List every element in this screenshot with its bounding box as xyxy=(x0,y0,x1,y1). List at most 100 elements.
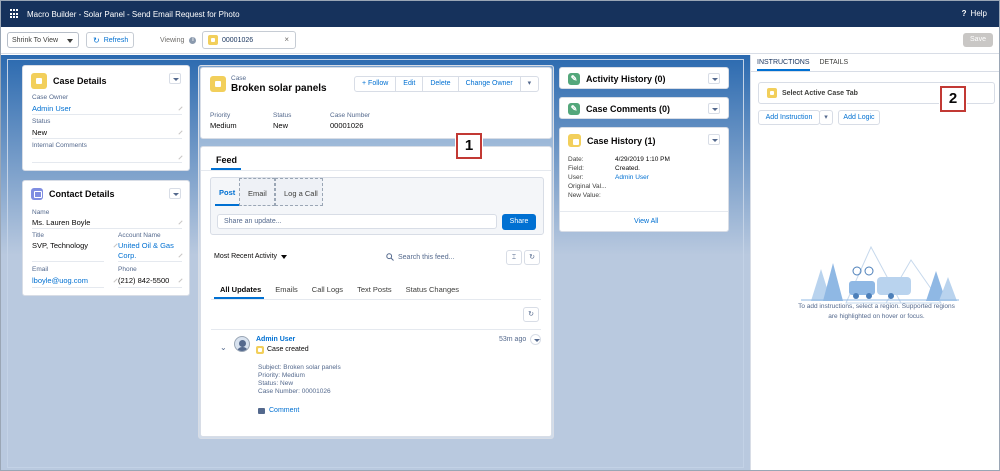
avatar[interactable] xyxy=(234,336,250,352)
activity-history-card: ✎ Activity History (0) xyxy=(559,67,729,89)
tab-instructions[interactable]: INSTRUCTIONS xyxy=(757,59,810,71)
view-all-link[interactable]: View All xyxy=(634,218,658,225)
pencil-icon[interactable] xyxy=(178,220,183,225)
case-title: Broken solar panels xyxy=(231,83,327,94)
add-logic-button[interactable]: Add Logic xyxy=(838,110,880,125)
tab-status-changes[interactable]: Status Changes xyxy=(406,285,459,294)
pencil-icon[interactable] xyxy=(178,106,183,111)
app-grid-icon[interactable] xyxy=(10,9,20,19)
divider xyxy=(211,329,541,330)
shrink-to-view-select[interactable]: Shrink To View xyxy=(7,32,79,48)
case-history-menu-button[interactable] xyxy=(708,134,720,145)
feed-filter-tabs: All Updates Emails Call Logs Text Posts … xyxy=(220,285,459,294)
feed-case-number: Case Number: 00001026 xyxy=(258,388,331,395)
follow-button[interactable]: + Follow xyxy=(355,77,397,91)
info-icon[interactable]: i xyxy=(189,37,197,44)
edit-button[interactable]: Edit xyxy=(396,77,424,91)
collapse-chevron-icon[interactable]: ⌄ xyxy=(220,343,227,352)
case-owner-value[interactable]: Admin User xyxy=(32,104,71,113)
divider xyxy=(32,138,182,139)
case-details-menu-button[interactable] xyxy=(169,73,181,84)
change-owner-button[interactable]: Change Owner xyxy=(459,77,521,91)
divider xyxy=(751,71,999,72)
tab-call-logs[interactable]: Call Logs xyxy=(312,285,343,294)
close-icon[interactable]: × xyxy=(284,35,289,44)
viewing-record-tab[interactable]: 00001026 × xyxy=(202,31,296,49)
follow-label: Follow xyxy=(368,80,389,87)
tab-details[interactable]: DETAILS xyxy=(820,59,849,71)
feed-refresh-button[interactable]: ↻ xyxy=(524,250,540,265)
share-button[interactable]: Share xyxy=(502,214,536,230)
case-comments-menu-button[interactable] xyxy=(708,103,720,114)
priority-label: Priority xyxy=(210,112,231,119)
viewing-tab-label: 00001026 xyxy=(222,36,254,44)
help-link[interactable]: ? Help xyxy=(962,9,987,18)
feed-subject: Subject: Broken solar panels xyxy=(258,364,341,371)
refresh-icon: ↻ xyxy=(528,311,534,318)
title-label: Title xyxy=(32,232,45,239)
feed-item-menu-button[interactable] xyxy=(530,334,541,345)
wrench-icon: ✎ xyxy=(568,73,580,85)
divider xyxy=(560,211,728,212)
case-icon xyxy=(210,76,226,92)
case-number-value: 00001026 xyxy=(330,121,364,130)
pencil-icon[interactable] xyxy=(178,253,183,258)
pencil-icon[interactable] xyxy=(178,130,183,135)
email-value[interactable]: lboyle@uog.com xyxy=(32,276,88,285)
filter-icon: ⌶ xyxy=(511,254,517,261)
more-actions-button[interactable]: ▾ xyxy=(521,77,539,91)
pencil-icon[interactable] xyxy=(178,155,183,160)
refresh-button[interactable]: ↻ Refresh xyxy=(86,32,134,48)
pencil-icon[interactable] xyxy=(113,243,118,248)
tab-all-updates[interactable]: All Updates xyxy=(220,285,261,294)
contact-details-menu-button[interactable] xyxy=(169,188,181,199)
divider xyxy=(201,170,551,171)
chevron-down-icon xyxy=(281,254,288,259)
history-user-value[interactable]: Admin User xyxy=(615,174,649,181)
account-name-value[interactable]: United Oil & Gas xyxy=(118,241,174,250)
title-value: SVP, Technology xyxy=(32,241,89,250)
save-button[interactable]: Save xyxy=(963,33,993,47)
filter-button[interactable]: ⌶ xyxy=(506,250,522,265)
history-new-label: New Value: xyxy=(568,192,601,199)
divider xyxy=(32,261,104,262)
account-name-value-cont[interactable]: Corp. xyxy=(118,251,136,260)
toolbar: Shrink To View ↻ Refresh Viewing i 00001… xyxy=(1,27,999,54)
post-tab[interactable]: Post xyxy=(219,188,235,197)
post-tab-underline xyxy=(215,204,239,206)
chevron-down-icon: ▾ xyxy=(824,114,828,121)
instructions-panel: INSTRUCTIONS DETAILS Select Active Case … xyxy=(750,55,999,470)
help-icon: ? xyxy=(961,9,967,18)
tab-emails[interactable]: Emails xyxy=(275,285,298,294)
phone-value: (212) 842-5500 xyxy=(118,276,170,285)
sort-dropdown[interactable]: Most Recent Activity xyxy=(214,253,288,260)
log-call-tab[interactable]: Log a Call xyxy=(275,178,323,206)
feed-item-refresh-button[interactable]: ↻ xyxy=(523,307,539,322)
add-instruction-button[interactable]: Add Instruction xyxy=(758,110,820,125)
window-title: Macro Builder - Solar Panel - Send Email… xyxy=(27,9,240,19)
pencil-icon[interactable] xyxy=(113,278,118,283)
select-active-case-tab-label: Select Active Case Tab xyxy=(782,89,858,97)
delete-button[interactable]: Delete xyxy=(423,77,459,91)
sort-label: Most Recent Activity xyxy=(214,253,278,260)
email-tab-label: Email xyxy=(248,189,267,198)
case-icon xyxy=(568,134,581,147)
comment-label: Comment xyxy=(269,407,300,414)
comment-button[interactable]: Comment xyxy=(258,407,299,414)
feed-title[interactable]: Feed xyxy=(216,155,237,165)
pencil-icon[interactable] xyxy=(178,278,183,283)
case-details-title: Case Details xyxy=(53,76,107,86)
email-tab[interactable]: Email xyxy=(239,178,275,206)
account-name-label: Account Name xyxy=(118,232,161,239)
feed-author[interactable]: Admin User xyxy=(256,336,295,343)
case-comments-card: ✎ Case Comments (0) xyxy=(559,97,729,119)
contact-icon xyxy=(31,188,43,200)
feed-search[interactable]: Search this feed... xyxy=(386,253,454,261)
share-input[interactable]: Share an update... xyxy=(217,214,497,229)
add-instruction-menu-button[interactable]: ▾ xyxy=(819,110,833,125)
header-status-label: Status xyxy=(273,112,292,119)
activity-history-menu-button[interactable] xyxy=(708,73,720,84)
activity-history-title: Activity History (0) xyxy=(586,74,666,84)
divider xyxy=(118,261,182,262)
tab-text-posts[interactable]: Text Posts xyxy=(357,285,392,294)
